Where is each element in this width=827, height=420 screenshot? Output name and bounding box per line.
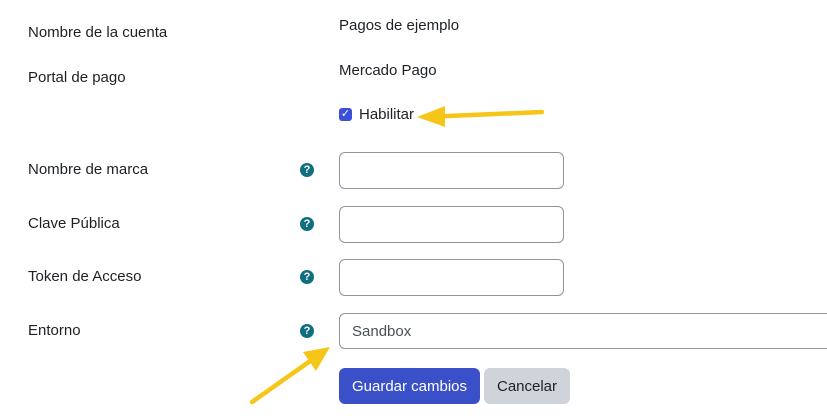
public-key-help-icon[interactable]: ? (300, 217, 314, 231)
public-key-label: Clave Pública (28, 215, 120, 232)
environment-label: Entorno (28, 322, 81, 339)
question-circle-icon: ? (303, 217, 311, 230)
environment-help-icon[interactable]: ? (300, 324, 314, 338)
environment-select[interactable]: Sandbox (339, 313, 827, 349)
brand-name-label: Nombre de marca (28, 161, 149, 178)
account-name-label: Nombre de la cuenta (28, 24, 168, 41)
environment-selected-value: Sandbox (352, 322, 412, 340)
gateway-value: Mercado Pago (339, 62, 437, 79)
question-circle-icon: ? (303, 163, 311, 176)
arrow-icon (249, 347, 330, 405)
brand-name-help-icon[interactable]: ? (300, 163, 314, 177)
save-button[interactable]: Guardar cambios (339, 368, 480, 404)
enable-checkbox[interactable]: ✓ (339, 108, 352, 121)
question-circle-icon: ? (303, 270, 311, 283)
access-token-label: Token de Acceso (28, 268, 142, 285)
brand-name-input[interactable] (339, 152, 564, 189)
enable-checkbox-row[interactable]: ✓ Habilitar (339, 106, 414, 123)
check-icon: ✓ (340, 108, 351, 120)
gateway-label: Portal de pago (28, 69, 126, 86)
public-key-input[interactable] (339, 206, 564, 243)
question-circle-icon: ? (303, 324, 311, 337)
account-name-value: Pagos de ejemplo (339, 17, 460, 34)
arrow-icon (417, 106, 545, 127)
access-token-help-icon[interactable]: ? (300, 270, 314, 284)
enable-label[interactable]: Habilitar (359, 106, 414, 123)
access-token-input[interactable] (339, 259, 564, 296)
cancel-button[interactable]: Cancelar (484, 368, 570, 404)
